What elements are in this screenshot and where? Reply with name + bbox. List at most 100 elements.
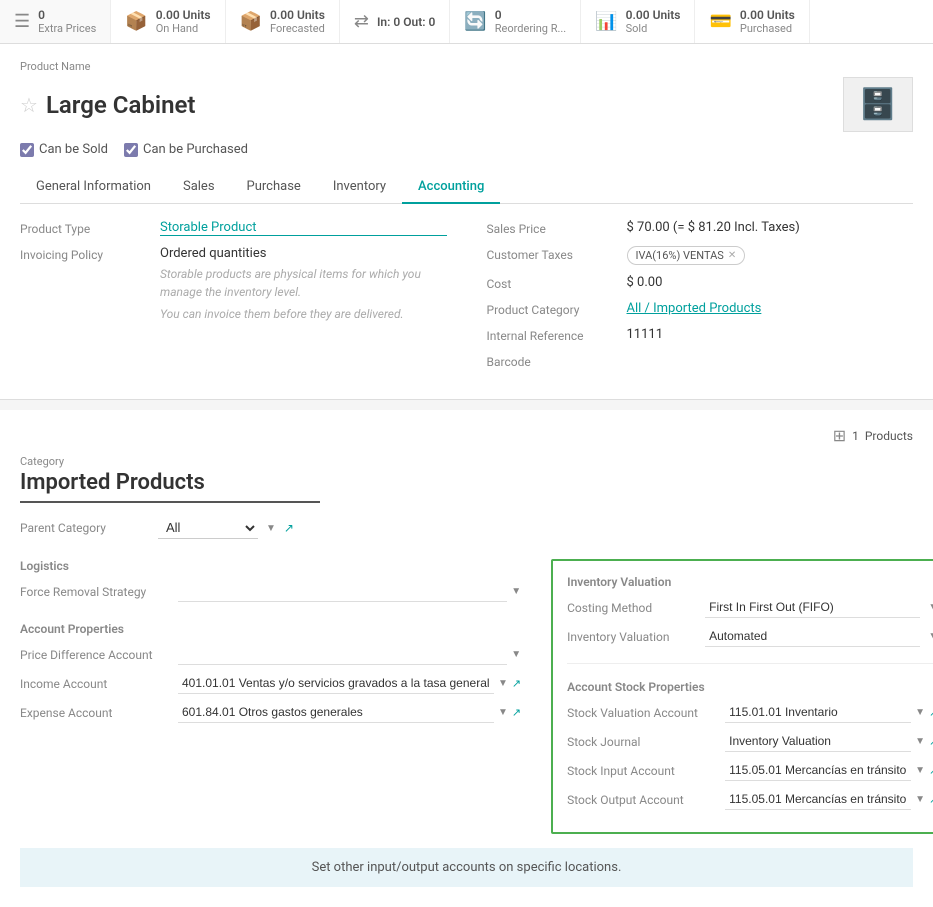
hint1: Storable products are physical items for…	[160, 265, 447, 301]
can-be-purchased-input[interactable]	[124, 143, 138, 157]
product-category-value[interactable]: All / Imported Products	[627, 301, 914, 316]
product-name-label: Product Name	[20, 60, 913, 73]
units-purchased-label: Purchased	[740, 22, 795, 35]
card-icon: 💳	[709, 11, 731, 32]
info-banner[interactable]: Set other input/output accounts on speci…	[20, 848, 913, 887]
reordering-value: 0	[495, 8, 566, 22]
costing-method-select[interactable]: First In First Out (FIFO)	[705, 597, 920, 618]
product-type-label: Product Type	[20, 220, 150, 236]
inventory-valuation-select[interactable]: Automated	[705, 626, 920, 647]
tab-sales[interactable]: Sales	[167, 171, 231, 204]
inventory-valuation-method-label: Inventory Valuation	[567, 630, 697, 644]
price-difference-select[interactable]	[178, 644, 507, 665]
products-count-row[interactable]: ⊞ 1 Products	[833, 426, 913, 445]
box-icon-forecasted: 📦	[240, 11, 262, 32]
stat-units-on-hand[interactable]: 📦 0.00 Units On Hand	[111, 0, 225, 43]
units-on-hand-label: On Hand	[156, 22, 211, 35]
stock-output-link[interactable]: ↗	[929, 793, 933, 806]
stock-output-select[interactable]: 115.05.01 Mercancías en tránsito	[725, 789, 911, 810]
tab-general-information[interactable]: General Information	[20, 171, 167, 204]
expense-account-select[interactable]: 601.84.01 Otros gastos generales	[178, 702, 494, 723]
refresh-icon: 🔄	[464, 11, 486, 32]
barcode-label: Barcode	[487, 353, 617, 369]
stock-valuation-link[interactable]: ↗	[929, 706, 933, 719]
stat-in-out[interactable]: ⇄ In: 0 Out: 0	[340, 0, 450, 43]
chart-icon: 📊	[595, 11, 617, 32]
units-purchased-value: 0.00 Units	[740, 8, 795, 22]
units-sold-value: 0.00 Units	[626, 8, 681, 22]
category-section: ⊞ 1 Products Category Imported Products …	[0, 410, 933, 907]
product-card: Product Name ☆ Large Cabinet 🗄️ Can be S…	[0, 44, 933, 400]
list-view-icon: ⊞	[833, 426, 846, 445]
stock-journal-link[interactable]: ↗	[929, 735, 933, 748]
remove-tax-icon[interactable]: ✕	[728, 250, 736, 261]
can-be-purchased-checkbox[interactable]: Can be Purchased	[124, 142, 248, 157]
account-properties-section: Account Properties Price Difference Acco…	[20, 622, 521, 723]
logistics-title: Logistics	[20, 559, 521, 573]
internal-reference-label: Internal Reference	[487, 327, 617, 343]
customer-taxes-label: Customer Taxes	[487, 246, 617, 262]
costing-method-label: Costing Method	[567, 601, 697, 615]
category-label: Category	[20, 455, 913, 468]
stock-valuation-select[interactable]: 115.01.01 Inventario	[725, 702, 911, 723]
logistics-section: Logistics Force Removal Strategy ▼	[20, 559, 521, 602]
stock-journal-select[interactable]: Inventory Valuation	[725, 731, 911, 752]
expense-account-link[interactable]: ↗	[512, 706, 521, 719]
stock-input-label: Stock Input Account	[567, 764, 717, 778]
tab-accounting[interactable]: Accounting	[402, 171, 500, 204]
form-right: Sales Price $ 70.00 (= $ 81.20 Incl. Tax…	[487, 220, 914, 379]
stock-input-select[interactable]: 115.05.01 Mercancías en tránsito	[725, 760, 911, 781]
right-column: Inventory Valuation Costing Method First…	[551, 559, 933, 834]
income-account-label: Income Account	[20, 677, 170, 691]
expense-account-label: Expense Account	[20, 706, 170, 720]
product-type-value[interactable]: Storable Product	[160, 220, 447, 236]
stat-units-purchased[interactable]: 💳 0.00 Units Purchased	[695, 0, 809, 43]
arrows-icon: ⇄	[354, 11, 369, 32]
product-image: 🗄️	[843, 77, 913, 132]
force-removal-select[interactable]	[178, 581, 507, 602]
stock-input-link[interactable]: ↗	[929, 764, 933, 777]
extra-prices-label: Extra Prices	[38, 22, 96, 35]
customer-taxes-badge[interactable]: IVA(16%) VENTAS ✕	[627, 246, 746, 265]
units-forecasted-label: Forecasted	[270, 22, 325, 35]
sales-price-label: Sales Price	[487, 220, 617, 236]
tab-purchase[interactable]: Purchase	[231, 171, 317, 204]
units-on-hand-value: 0.00 Units	[156, 8, 211, 22]
tab-inventory[interactable]: Inventory	[317, 171, 402, 204]
stat-units-forecasted[interactable]: 📦 0.00 Units Forecasted	[226, 0, 340, 43]
force-removal-label: Force Removal Strategy	[20, 585, 170, 599]
cost-value[interactable]: $ 0.00	[627, 275, 914, 290]
favorite-icon[interactable]: ☆	[20, 93, 38, 117]
cost-label: Cost	[487, 275, 617, 291]
product-name: Large Cabinet	[46, 91, 196, 119]
units-sold-label: Sold	[626, 22, 681, 35]
can-be-sold-checkbox[interactable]: Can be Sold	[20, 142, 108, 157]
invoicing-policy-value[interactable]: Ordered quantities	[160, 246, 266, 261]
left-column: Logistics Force Removal Strategy ▼ Accou…	[20, 559, 521, 834]
invoicing-policy-label: Invoicing Policy	[20, 246, 150, 262]
parent-category-select[interactable]: All	[158, 517, 258, 539]
stat-reordering[interactable]: 🔄 0 Reordering R...	[450, 0, 581, 43]
stock-journal-label: Stock Journal	[567, 735, 717, 749]
income-account-link[interactable]: ↗	[512, 677, 521, 690]
income-account-select[interactable]: 401.01.01 Ventas y/o servicios gravados …	[178, 673, 494, 694]
parent-dropdown-arrow: ▼	[266, 523, 276, 534]
stat-extra-prices[interactable]: ☰ 0 Extra Prices	[0, 0, 111, 43]
category-name: Imported Products	[20, 470, 320, 503]
hint2: You can invoice them before they are del…	[160, 305, 447, 323]
parent-category-label: Parent Category	[20, 521, 150, 535]
form-left: Product Type Storable Product Invoicing …	[20, 220, 447, 379]
can-be-sold-input[interactable]	[20, 143, 34, 157]
parent-external-link-icon[interactable]: ↗	[284, 521, 294, 535]
internal-reference-value[interactable]: 11111	[627, 327, 914, 342]
account-stock-section: Account Stock Properties Stock Valuation…	[567, 680, 933, 810]
box-icon-onhand: 📦	[125, 11, 147, 32]
account-properties-title: Account Properties	[20, 622, 521, 636]
sales-price-value[interactable]: $ 70.00 (= $ 81.20 Incl. Taxes)	[627, 220, 914, 235]
extra-prices-value: 0	[38, 8, 96, 22]
stat-units-sold[interactable]: 📊 0.00 Units Sold	[581, 0, 695, 43]
inventory-valuation-section: Inventory Valuation Costing Method First…	[567, 575, 933, 647]
reordering-label: Reordering R...	[495, 22, 566, 35]
stock-valuation-label: Stock Valuation Account	[567, 706, 717, 720]
product-image-icon: 🗄️	[859, 87, 896, 122]
